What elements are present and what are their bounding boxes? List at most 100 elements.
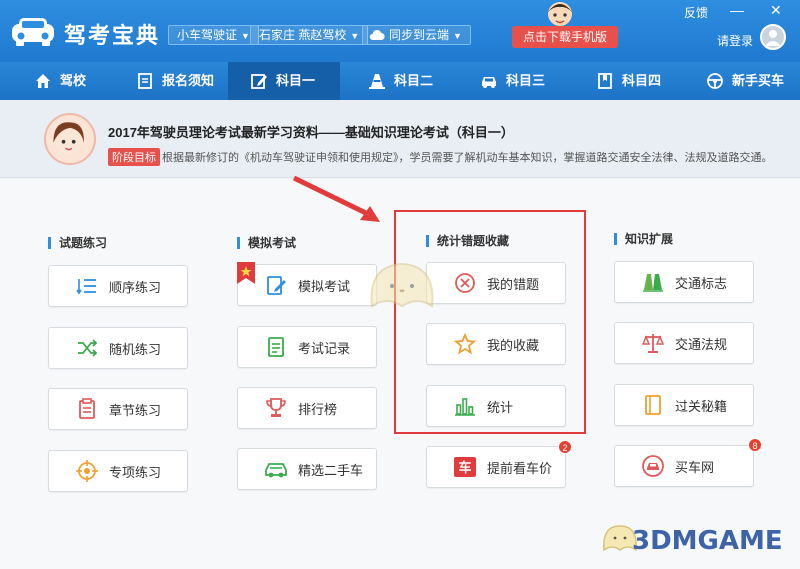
- leaderboard-button[interactable]: 排行榜: [237, 387, 377, 429]
- used-car-button[interactable]: 精选二手车: [237, 448, 377, 490]
- notebook-icon: [641, 393, 665, 417]
- car-price-count-badge: 2: [558, 440, 572, 454]
- wrong-x-icon: [453, 271, 477, 295]
- card-label: 买车网: [675, 459, 715, 475]
- tab-registration[interactable]: 报名须知: [126, 62, 226, 100]
- sequential-practice-button[interactable]: 顺序练习: [48, 265, 188, 307]
- license-type-value: 小车驾驶证: [177, 28, 238, 42]
- close-button[interactable]: ✕: [770, 2, 782, 19]
- document-icon: [138, 73, 152, 89]
- banner-title: 2017年驾驶员理论考试最新学习资料——基础知识理论考试（科目一）: [108, 125, 514, 140]
- chapter-book-icon: [75, 397, 99, 421]
- target-icon: [75, 459, 99, 483]
- cloud-icon: [369, 30, 385, 41]
- home-icon: [36, 74, 50, 88]
- list-order-icon: [75, 274, 99, 298]
- car-icon: [482, 77, 496, 88]
- traffic-law-button[interactable]: 交通法规: [614, 322, 754, 364]
- traffic-sign-icon: [641, 270, 665, 294]
- buy-car-site-button[interactable]: 买车网: [614, 445, 754, 487]
- login-link[interactable]: 请登录: [717, 32, 753, 49]
- car-price-icon: 车: [453, 455, 477, 479]
- card-label: 精选二手车: [298, 462, 364, 478]
- tab-label: 科目二: [394, 73, 434, 88]
- card-label: 顺序练习: [109, 279, 162, 295]
- special-practice-button[interactable]: 专项练习: [48, 450, 188, 492]
- exam-edit-icon: [264, 273, 288, 297]
- tab-subject-one[interactable]: 科目一: [228, 62, 340, 100]
- card-label: 交通法规: [675, 336, 728, 352]
- feedback-link[interactable]: 反馈: [684, 4, 708, 21]
- tab-subject-two[interactable]: 科目二: [358, 62, 458, 100]
- driving-school-select[interactable]: 石家庄 燕赵驾校 ▼: [250, 25, 369, 45]
- exam-records-button[interactable]: 考试记录: [237, 326, 377, 368]
- license-type-select[interactable]: 小车驾驶证 ▼: [168, 25, 259, 45]
- chevron-down-icon: ▼: [350, 31, 360, 41]
- cloud-sync-select[interactable]: 同步到云端 ▼: [362, 25, 471, 45]
- tab-label: 驾校: [60, 73, 87, 88]
- title-bar: 驾考宝典 小车驾驶证 ▼ 石家庄 燕赵驾校 ▼ 同步到云端 ▼ 点击下载手机版 反馈 …: [0, 0, 800, 62]
- hot-ribbon-icon: [237, 262, 255, 284]
- app-title: 驾考宝典: [64, 23, 161, 48]
- edit-icon: [251, 74, 267, 89]
- annotation-arrow-icon: [292, 176, 380, 222]
- tab-label: 报名须知: [162, 73, 215, 88]
- buy-car-count-badge: 8: [748, 438, 762, 452]
- used-car-icon: [264, 457, 288, 481]
- banner-description: 根据最新修订的《机动车驾驶证申领和使用规定》，学员需要了解机动车基本知识，掌握道…: [162, 152, 773, 164]
- card-label: 模拟考试: [298, 278, 351, 294]
- download-mobile-button[interactable]: 点击下载手机版: [512, 26, 618, 48]
- card-label: 我的错题: [487, 276, 540, 292]
- tab-subject-three[interactable]: 科目三: [470, 62, 570, 100]
- tab-label: 科目四: [622, 73, 662, 88]
- cloud-sync-label: 同步到云端: [389, 28, 450, 42]
- instructor-avatar: [44, 113, 96, 165]
- card-label: 章节练习: [109, 402, 162, 418]
- section-title-knowledge: 知识扩展: [614, 233, 673, 245]
- tab-label: 新手买车: [732, 73, 785, 88]
- mock-exam-button[interactable]: 模拟考试: [237, 264, 377, 306]
- card-label: 统计: [487, 399, 514, 415]
- cone-icon: [369, 74, 385, 89]
- card-label: 提前看车价: [487, 460, 553, 476]
- chevron-down-icon: ▼: [241, 31, 250, 41]
- my-favorites-button[interactable]: 我的收藏: [426, 323, 566, 365]
- card-label: 考试记录: [298, 340, 351, 356]
- car-circle-icon: [641, 454, 665, 478]
- svg-text:车: 车: [458, 460, 471, 476]
- section-title-practice: 试题练习: [48, 237, 107, 249]
- minimize-button[interactable]: —: [730, 2, 744, 18]
- card-label: 过关秘籍: [675, 398, 728, 414]
- watermark-text: 3DMGAME: [632, 526, 783, 556]
- random-practice-button[interactable]: 随机练习: [48, 327, 188, 369]
- user-avatar[interactable]: [760, 24, 786, 50]
- star-icon: [453, 332, 477, 356]
- tab-subject-four[interactable]: 科目四: [586, 62, 686, 100]
- card-label: 专项练习: [109, 464, 162, 480]
- main-nav: 驾校 报名须知 科目一 科目二 科目三 科目四 新手买车: [0, 62, 800, 100]
- goal-badge: 阶段目标: [108, 148, 160, 166]
- card-label: 随机练习: [109, 341, 162, 357]
- shuffle-icon: [75, 336, 99, 360]
- section-title-mock: 模拟考试: [237, 237, 296, 249]
- scales-icon: [641, 331, 665, 355]
- card-label: 交通标志: [675, 275, 728, 291]
- user-icon: [765, 30, 781, 46]
- driving-school-value: 石家庄 燕赵驾校: [259, 28, 347, 42]
- card-label: 我的收藏: [487, 337, 540, 353]
- record-document-icon: [264, 335, 288, 359]
- bar-chart-icon: [453, 394, 477, 418]
- traffic-signs-button[interactable]: 交通标志: [614, 261, 754, 303]
- exam-tips-button[interactable]: 过关秘籍: [614, 384, 754, 426]
- tab-buy-car[interactable]: 新手买车: [696, 62, 800, 100]
- instructor-face-icon: [53, 122, 84, 155]
- tab-label: 科目三: [506, 73, 546, 88]
- mascot-watermark-icon: [370, 262, 434, 308]
- trophy-icon: [264, 396, 288, 420]
- statistics-button[interactable]: 统计: [426, 385, 566, 427]
- my-mistakes-button[interactable]: 我的错题: [426, 262, 566, 304]
- chevron-down-icon: ▼: [453, 31, 462, 41]
- car-price-button[interactable]: 车 提前看车价: [426, 446, 566, 488]
- chapter-practice-button[interactable]: 章节练习: [48, 388, 188, 430]
- tab-school[interactable]: 驾校: [24, 62, 120, 100]
